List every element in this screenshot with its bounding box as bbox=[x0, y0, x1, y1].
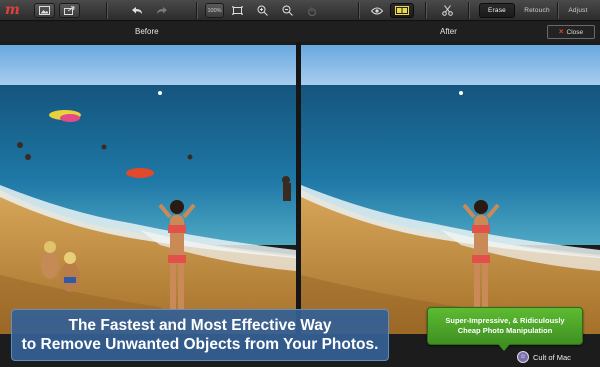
before-photo[interactable] bbox=[0, 45, 296, 334]
close-icon: × bbox=[558, 27, 564, 36]
toolbar: m 100% Erase Retouch Adjust bbox=[0, 0, 600, 21]
source-credit: ☺ Cult of Mac bbox=[517, 350, 571, 364]
zoom-out-button[interactable] bbox=[279, 3, 295, 18]
preview-toggle-button[interactable] bbox=[368, 3, 386, 18]
headline-line-2: to Remove Unwanted Objects from Your Pho… bbox=[21, 336, 379, 353]
tab-erase[interactable]: Erase bbox=[479, 3, 515, 18]
pan-button[interactable] bbox=[304, 3, 320, 18]
close-button-label: Close bbox=[566, 28, 584, 36]
headline-line-1: The Fastest and Most Effective Way bbox=[68, 317, 332, 334]
badge-line-1: Super-Impressive, & Ridiculously bbox=[445, 316, 565, 325]
eye-icon bbox=[371, 7, 383, 15]
tab-retouch-label: Retouch bbox=[524, 7, 550, 14]
cult-of-mac-logo-icon: ☺ bbox=[517, 351, 529, 363]
compare-header bbox=[0, 22, 600, 42]
after-label: After bbox=[440, 27, 457, 36]
export-button[interactable] bbox=[59, 3, 80, 18]
cut-tool-button[interactable] bbox=[438, 3, 456, 18]
open-image-button[interactable] bbox=[34, 3, 55, 18]
zoom-in-icon bbox=[257, 5, 268, 16]
zoom-100-button[interactable]: 100% bbox=[205, 3, 224, 18]
app-logo: m bbox=[5, 2, 20, 18]
undo-icon bbox=[131, 6, 143, 15]
image-icon bbox=[39, 6, 50, 15]
split-view-icon bbox=[395, 6, 409, 15]
tab-adjust-label: Adjust bbox=[568, 7, 588, 14]
promo-headline: The Fastest and Most Effective Way to Re… bbox=[11, 309, 389, 361]
hand-icon bbox=[307, 6, 317, 16]
redo-button[interactable] bbox=[153, 3, 171, 18]
promo-badge: Super-Impressive, & Ridiculously Cheap P… bbox=[427, 307, 583, 351]
redo-icon bbox=[156, 6, 168, 15]
tab-erase-label: Erase bbox=[488, 7, 506, 14]
undo-button[interactable] bbox=[128, 3, 146, 18]
tab-adjust[interactable]: Adjust bbox=[561, 3, 595, 18]
export-icon bbox=[64, 6, 75, 15]
after-photo[interactable] bbox=[301, 45, 600, 334]
fit-to-screen-button[interactable] bbox=[229, 3, 245, 18]
split-view-button[interactable] bbox=[390, 3, 414, 18]
zoom-in-button[interactable] bbox=[254, 3, 270, 18]
badge-line-2: Cheap Photo Manipulation bbox=[457, 326, 553, 335]
zoom-percent-label: 100% bbox=[207, 7, 222, 14]
tab-retouch[interactable]: Retouch bbox=[519, 3, 555, 18]
close-button[interactable]: × Close bbox=[547, 25, 595, 39]
before-label: Before bbox=[135, 27, 159, 36]
scissors-icon bbox=[441, 5, 453, 16]
fit-icon bbox=[231, 6, 243, 15]
credit-label: Cult of Mac bbox=[533, 352, 571, 362]
zoom-out-icon bbox=[282, 5, 293, 16]
